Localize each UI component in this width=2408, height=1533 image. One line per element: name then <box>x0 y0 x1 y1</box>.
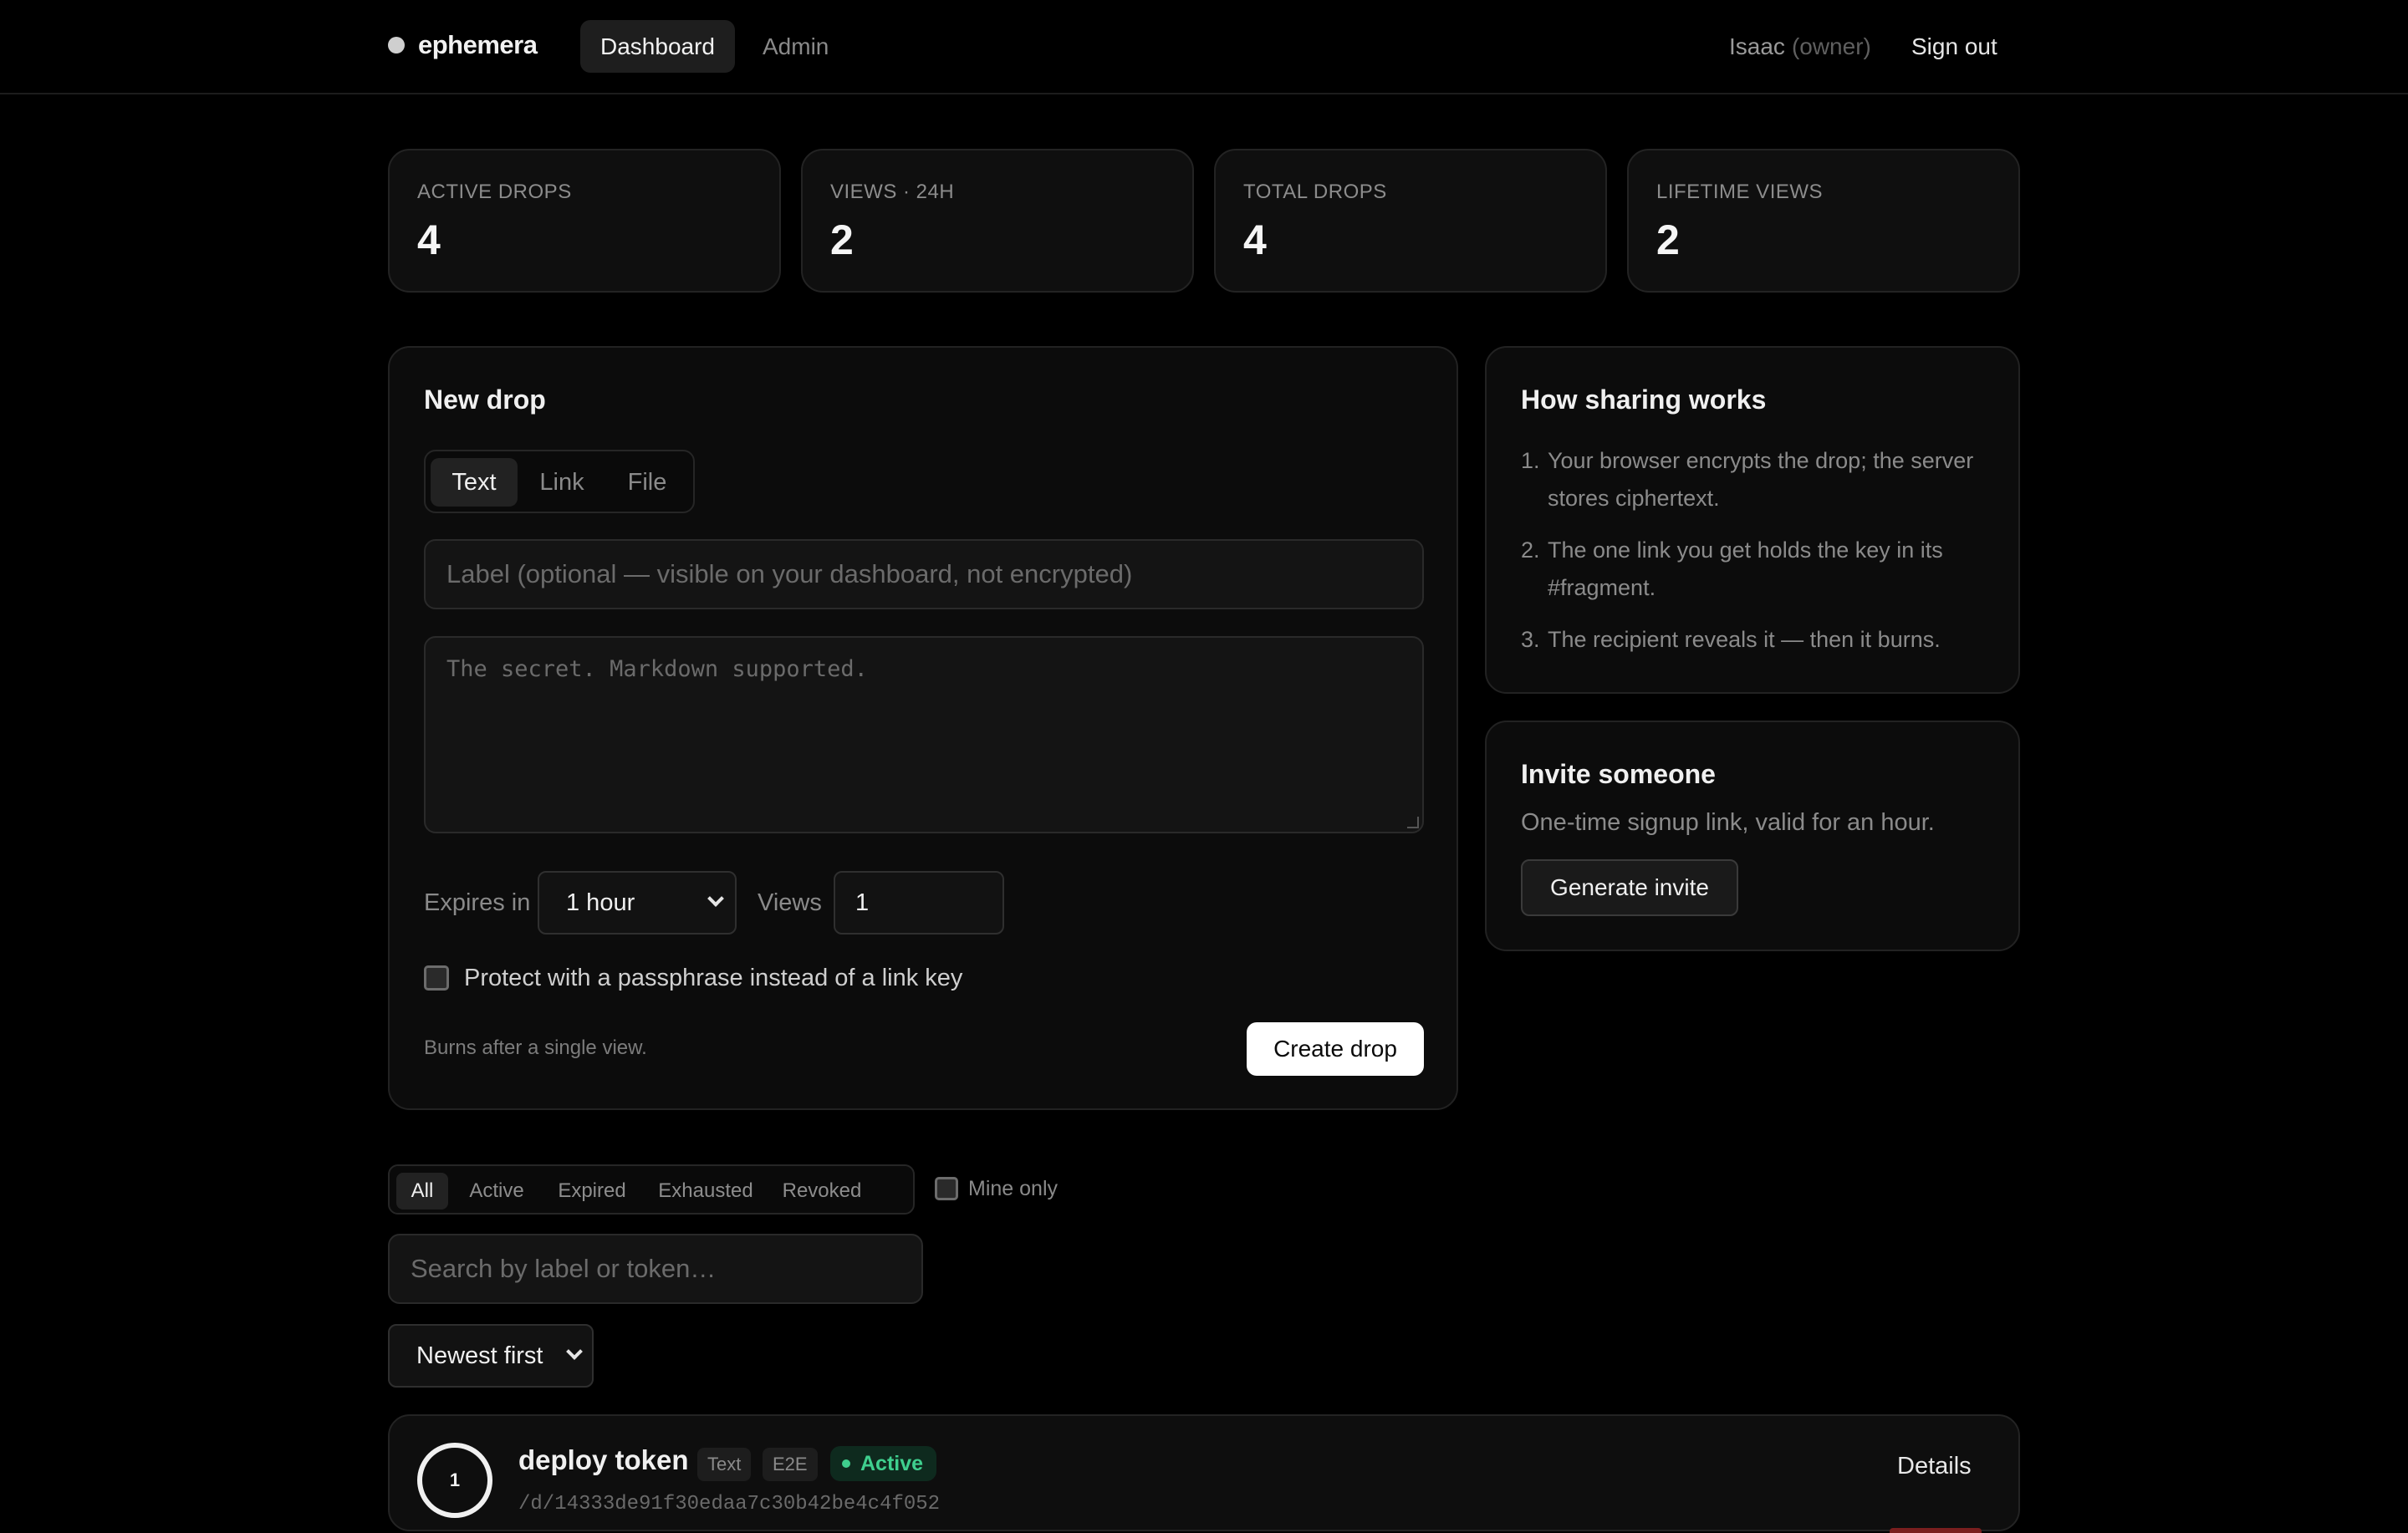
how-sharing-card: How sharing works 1. Your browser encryp… <box>1485 346 2020 694</box>
stat-card-lifetime-views: LIFETIME VIEWS 2 <box>1627 149 2020 293</box>
revoke-button[interactable] <box>1890 1528 1982 1533</box>
stat-value: 2 <box>1656 216 1680 263</box>
current-user: Isaac (owner) <box>1729 20 1871 73</box>
stat-value: 2 <box>830 216 854 263</box>
filter-revoked[interactable]: Revoked <box>774 1173 870 1210</box>
status-filter-bar: All Active Expired Exhausted Revoked <box>388 1164 915 1215</box>
brand-logo-icon <box>388 37 405 53</box>
tab-text[interactable]: Text <box>431 458 518 507</box>
new-drop-card: New drop Text Link File Label (optional … <box>388 346 1458 1110</box>
create-drop-button[interactable]: Create drop <box>1247 1022 1424 1076</box>
mine-only-checkbox[interactable] <box>935 1177 958 1200</box>
nav-dashboard[interactable]: Dashboard <box>580 20 735 73</box>
secret-textarea[interactable]: The secret. Markdown supported. <box>424 636 1424 833</box>
burn-note: Burns after a single view. <box>424 1036 647 1059</box>
how-sharing-step: 1. Your browser encrypts the drop; the s… <box>1521 448 1974 511</box>
tab-file[interactable]: File <box>608 458 686 507</box>
passphrase-checkbox[interactable] <box>424 965 449 991</box>
status-dot-icon <box>842 1459 850 1468</box>
stat-value: 4 <box>417 216 441 263</box>
label-input[interactable]: Label (optional — visible on your dashbo… <box>424 539 1424 609</box>
user-name: Isaac <box>1729 33 1785 59</box>
user-role: (owner) <box>1791 33 1871 59</box>
filter-all[interactable]: All <box>396 1173 448 1210</box>
invite-description: One-time signup link, valid for an hour. <box>1521 809 1935 836</box>
chevron-down-icon <box>707 890 724 907</box>
generate-invite-button[interactable]: Generate invite <box>1521 859 1738 916</box>
stat-label: ACTIVE DROPS <box>417 181 572 203</box>
how-sharing-step: 2. The one link you get holds the key in… <box>1521 537 1943 600</box>
status-badge: Active <box>830 1446 937 1481</box>
invite-title: Invite someone <box>1521 759 1716 789</box>
secret-textarea-placeholder: The secret. Markdown supported. <box>446 656 868 682</box>
search-placeholder: Search by label or token… <box>411 1254 717 1283</box>
views-input-value: 1 <box>855 889 870 916</box>
stat-label: VIEWS · 24H <box>830 181 955 203</box>
sort-select[interactable]: Newest first <box>388 1324 594 1388</box>
chevron-down-icon <box>566 1343 583 1360</box>
new-drop-title: New drop <box>424 385 546 415</box>
filter-active[interactable]: Active <box>458 1173 535 1210</box>
stat-value: 4 <box>1243 216 1267 263</box>
drop-row[interactable]: 1 deploy token Text E2E Active /d/14333d… <box>388 1414 2020 1533</box>
how-sharing-step: 3. The recipient reveals it — then it bu… <box>1521 627 1941 652</box>
filter-expired[interactable]: Expired <box>548 1173 635 1210</box>
top-bar: ephemera Dashboard Admin Isaac (owner) S… <box>0 0 2408 94</box>
views-input[interactable]: 1 <box>834 871 1004 935</box>
expires-select[interactable]: 1 hour <box>538 871 737 935</box>
stat-label: TOTAL DROPS <box>1243 181 1387 203</box>
views-left-ring: 1 <box>417 1443 492 1518</box>
drop-type-tabs: Text Link File <box>424 450 695 513</box>
tag-encryption: E2E <box>763 1448 818 1481</box>
how-sharing-steps: 1. Your browser encrypts the drop; the s… <box>1521 442 1989 673</box>
invite-card: Invite someone One-time signup link, val… <box>1485 721 2020 951</box>
tab-link[interactable]: Link <box>524 458 599 507</box>
stat-label: LIFETIME VIEWS <box>1656 181 1824 203</box>
drop-label: deploy token <box>518 1444 689 1475</box>
passphrase-label: Protect with a passphrase instead of a l… <box>464 965 963 991</box>
filter-exhausted[interactable]: Exhausted <box>649 1173 763 1210</box>
tag-type: Text <box>697 1448 752 1481</box>
sort-select-value: Newest first <box>416 1342 543 1369</box>
mine-only-label: Mine only <box>968 1177 1058 1200</box>
expires-select-value: 1 hour <box>566 889 635 916</box>
nav-admin[interactable]: Admin <box>763 20 829 73</box>
stat-card-total-drops: TOTAL DROPS 4 <box>1214 149 1607 293</box>
expires-label: Expires in <box>424 889 531 916</box>
sign-out-button[interactable]: Sign out <box>1911 20 1997 73</box>
views-label: Views <box>758 889 822 916</box>
brand-name: ephemera <box>418 30 538 59</box>
search-input[interactable]: Search by label or token… <box>388 1234 923 1304</box>
how-sharing-title: How sharing works <box>1521 385 1767 415</box>
label-input-placeholder: Label (optional — visible on your dashbo… <box>446 559 1133 588</box>
stat-card-active-drops: ACTIVE DROPS 4 <box>388 149 781 293</box>
resize-handle-icon[interactable] <box>1407 817 1419 828</box>
stat-card-views-24h: VIEWS · 24H 2 <box>801 149 1194 293</box>
brand[interactable]: ephemera <box>388 30 538 60</box>
details-button[interactable]: Details <box>1897 1453 1972 1480</box>
